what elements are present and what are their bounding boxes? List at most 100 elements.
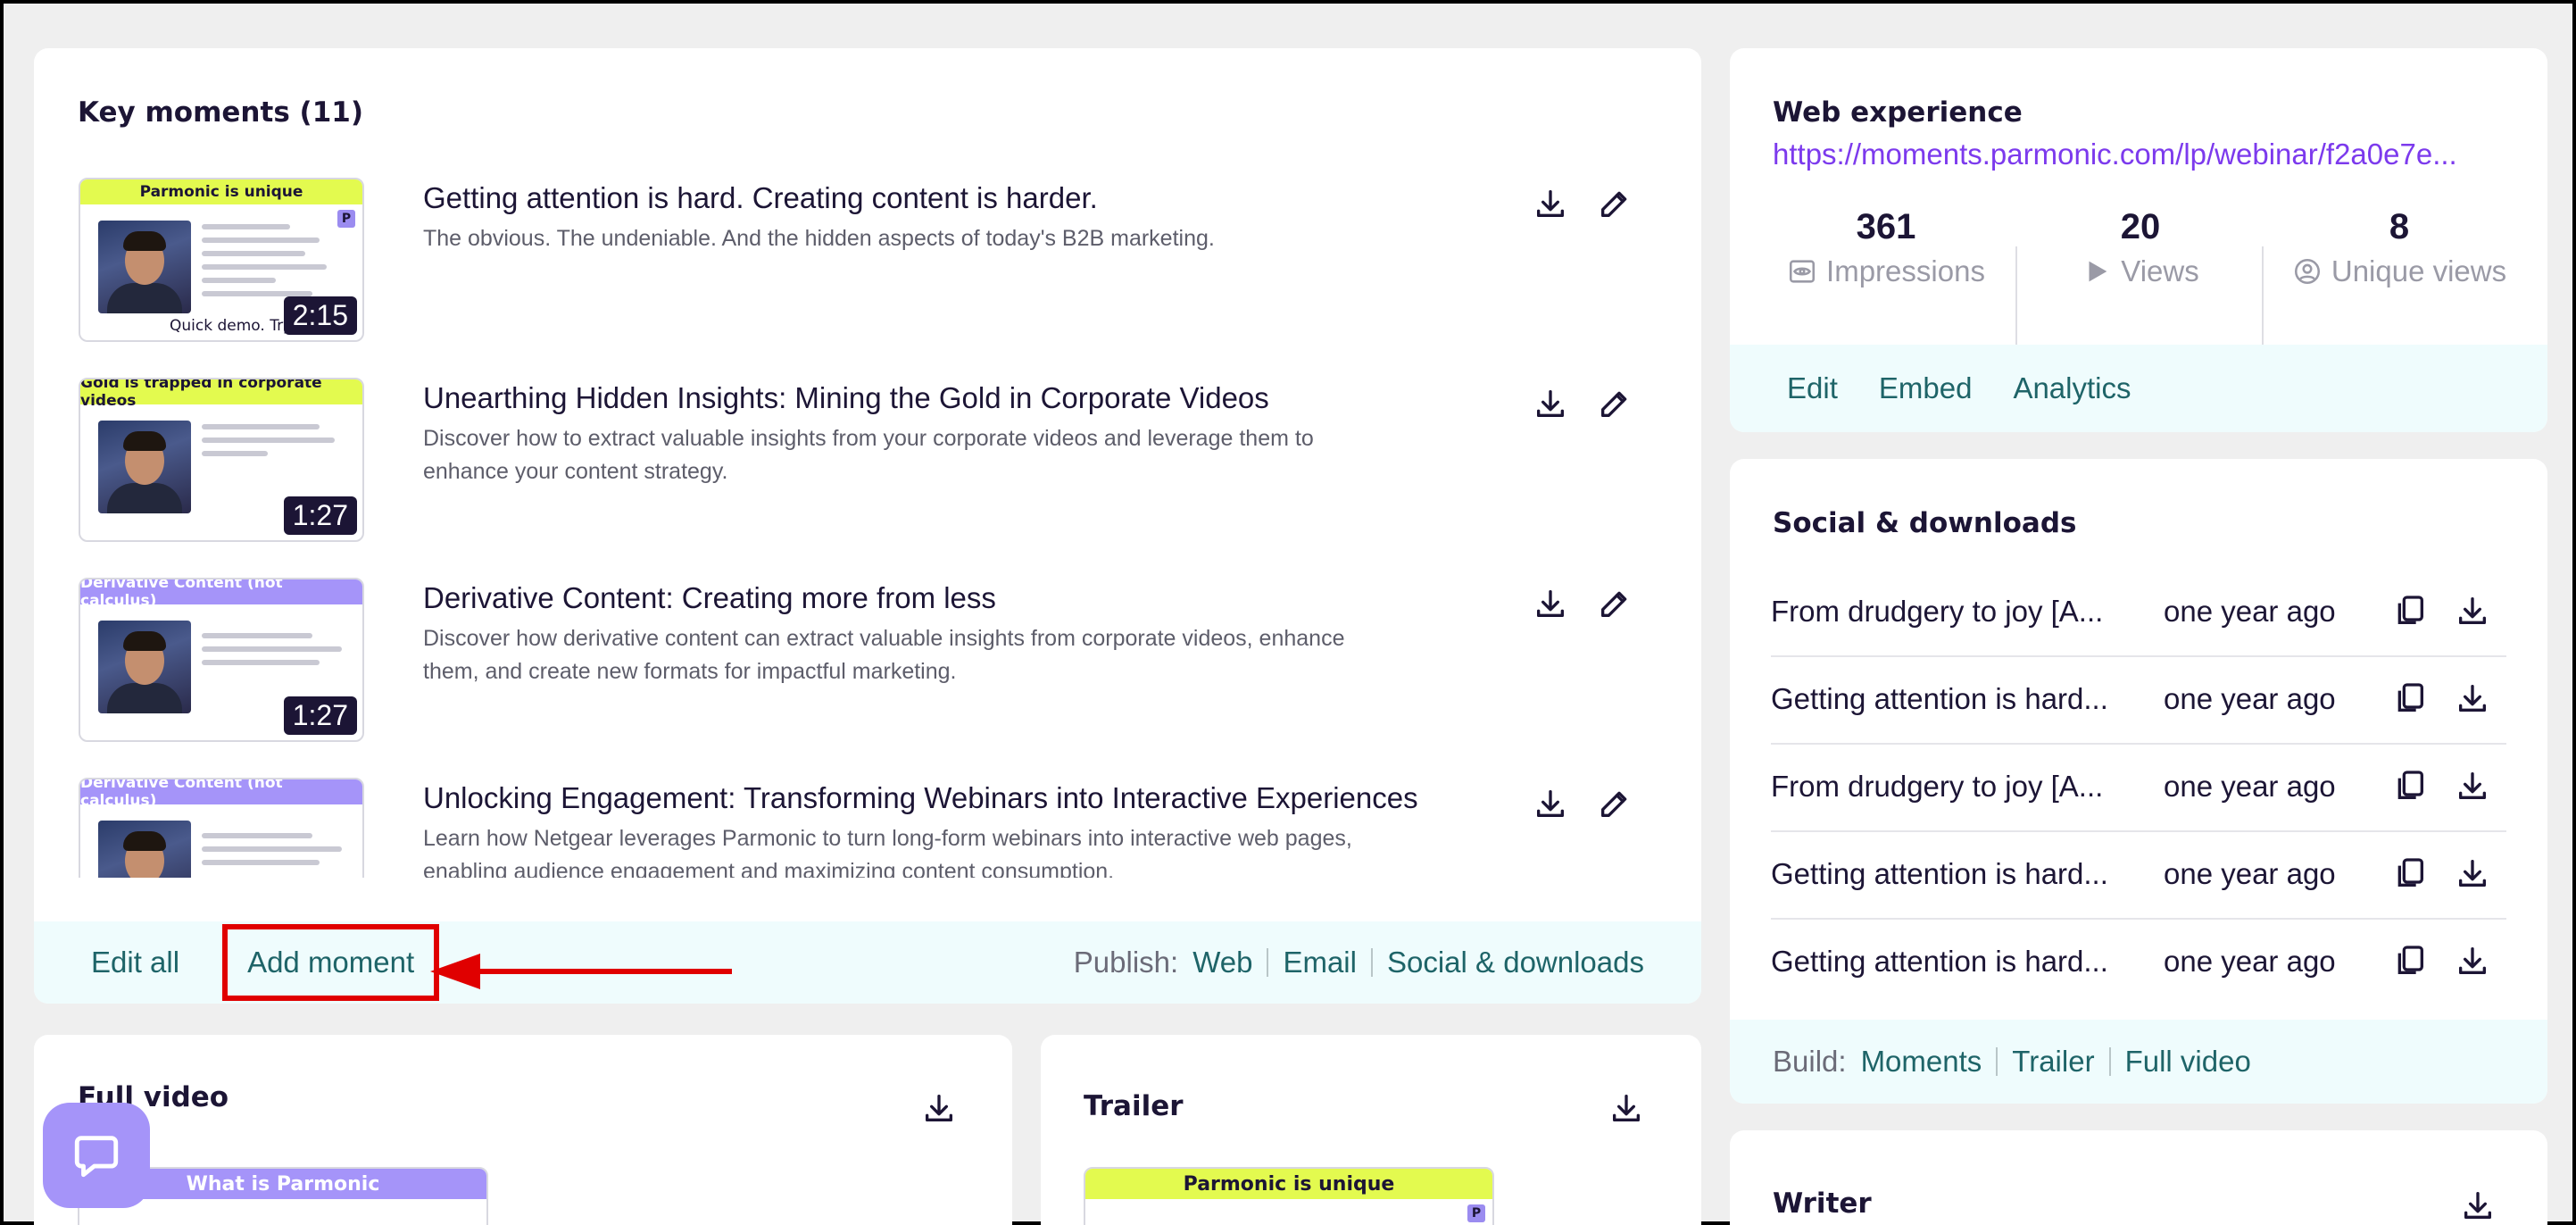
social-downloads-card: Social & downloads From drudgery to joy …	[1730, 459, 2547, 1104]
trailer-title: Trailer	[1084, 1090, 1184, 1122]
edit-all-link[interactable]: Edit all	[91, 946, 179, 979]
social-item-date: one year ago	[2164, 595, 2336, 628]
moment-title[interactable]: Unlocking Engagement: Transforming Webin…	[423, 781, 1418, 815]
social-item-date: one year ago	[2164, 945, 2336, 978]
divider	[1370, 948, 1373, 977]
divider	[2108, 1047, 2111, 1076]
edit-pencil-icon[interactable]	[1593, 382, 1636, 425]
build-full-video-link[interactable]: Full video	[2125, 1045, 2251, 1079]
thumbnail-banner: Parmonic is unique	[80, 179, 362, 204]
moment-title[interactable]: Derivative Content: Creating more from l…	[423, 581, 996, 615]
impressions-value: 361	[1856, 207, 1916, 246]
eye-icon	[1790, 260, 1816, 283]
build-label: Build:	[1773, 1045, 1847, 1078]
speaker-image	[98, 221, 191, 313]
publish-web-link[interactable]: Web	[1192, 946, 1252, 979]
moment-item-2[interactable]: Gold is trapped in corporate videos 1:27…	[79, 378, 1676, 547]
stat-views: 20 Views	[2024, 207, 2256, 305]
edit-pencil-icon[interactable]	[1593, 782, 1636, 825]
copy-icon[interactable]	[2389, 939, 2431, 982]
edit-pencil-icon[interactable]	[1593, 182, 1636, 225]
speaker-image	[98, 621, 191, 713]
download-icon[interactable]	[2451, 764, 2494, 807]
download-icon[interactable]	[2451, 852, 2494, 895]
speaker-image	[98, 821, 191, 878]
moment-thumbnail[interactable]: Gold is trapped in corporate videos 1:27	[79, 378, 364, 542]
social-item-name[interactable]: Getting attention is hard...	[1771, 857, 2108, 891]
views-label: Views	[2121, 254, 2199, 288]
moment-thumbnail[interactable]: Parmonic is unique P Quick demo. Try it …	[79, 178, 364, 342]
copy-icon[interactable]	[2389, 852, 2431, 895]
social-list: From drudgery to joy [A... one year ago …	[1730, 570, 2547, 982]
social-item-date: one year ago	[2164, 770, 2336, 803]
slide-text	[202, 424, 349, 464]
user-circle-icon	[2294, 258, 2320, 285]
download-icon[interactable]	[1529, 782, 1572, 825]
build-trailer-link[interactable]: Trailer	[2012, 1045, 2094, 1079]
moment-description: Discover how to extract valuable insight…	[423, 426, 1314, 484]
thumbnail-banner: Parmonic is unique	[1085, 1169, 1492, 1199]
key-moments-title: Key moments (11)	[78, 96, 364, 129]
moment-title[interactable]: Unearthing Hidden Insights: Mining the G…	[423, 381, 1269, 415]
moment-item-3[interactable]: Derivative Content (not calculus) 1:27 D…	[79, 578, 1676, 747]
slide-text	[202, 833, 349, 873]
moment-description: Learn how Netgear leverages Parmonic to …	[423, 826, 1352, 878]
download-icon[interactable]	[2451, 939, 2494, 982]
trailer-thumbnail[interactable]: Parmonic is unique P	[1084, 1167, 1494, 1225]
moment-thumbnail[interactable]: Derivative Content (not calculus) 1:27	[79, 578, 364, 742]
divider	[2262, 246, 2264, 346]
edit-pencil-icon[interactable]	[1593, 582, 1636, 625]
social-item-name[interactable]: Getting attention is hard...	[1771, 682, 2108, 716]
copy-icon[interactable]	[2389, 677, 2431, 720]
stat-impressions: 361 Impressions	[1766, 207, 2007, 305]
build-moments-link[interactable]: Moments	[1861, 1045, 1982, 1079]
copy-icon[interactable]	[2389, 589, 2431, 632]
moment-item-4[interactable]: Derivative Content (not calculus) Unlock…	[79, 778, 1676, 878]
publish-social-link[interactable]: Social & downloads	[1387, 946, 1644, 979]
web-experience-actions: Edit Embed Analytics	[1730, 345, 2547, 432]
duration-badge: 2:15	[283, 296, 357, 335]
social-downloads-title: Social & downloads	[1773, 507, 2077, 539]
social-item-name[interactable]: From drudgery to joy [A...	[1771, 595, 2103, 629]
divider	[1267, 948, 1269, 977]
publish-email-link[interactable]: Email	[1283, 946, 1357, 979]
download-icon[interactable]	[2451, 589, 2494, 632]
web-experience-title: Web experience	[1773, 96, 2023, 129]
download-icon[interactable]	[2451, 677, 2494, 720]
parmonic-logo-icon: P	[1467, 1204, 1485, 1222]
copy-icon[interactable]	[2389, 764, 2431, 807]
moment-item-1[interactable]: Parmonic is unique P Quick demo. Try it …	[79, 178, 1676, 347]
writer-title: Writer	[1773, 1188, 1872, 1220]
moment-thumbnail[interactable]: Derivative Content (not calculus)	[79, 778, 364, 878]
download-icon[interactable]	[1605, 1087, 1648, 1129]
stat-unique-views: 8 Unique views	[2265, 207, 2533, 305]
social-downloads-footer: Build: Moments Trailer Full video	[1730, 1020, 2547, 1104]
add-moment-link[interactable]: Add moment	[222, 924, 440, 1001]
writer-card: Writer	[1730, 1130, 2547, 1225]
download-icon[interactable]	[918, 1087, 960, 1129]
web-analytics-link[interactable]: Analytics	[2013, 371, 2131, 405]
slide-text	[202, 633, 349, 673]
web-embed-link[interactable]: Embed	[1879, 371, 1973, 405]
social-item-name[interactable]: Getting attention is hard...	[1771, 945, 2108, 979]
moment-title[interactable]: Getting attention is hard. Creating cont…	[423, 181, 1098, 215]
download-icon[interactable]	[1529, 182, 1572, 225]
unique-views-label: Unique views	[2331, 254, 2507, 288]
moment-description: Discover how derivative content can extr…	[423, 626, 1345, 684]
chat-bubble-icon	[74, 1136, 119, 1178]
download-icon[interactable]	[1529, 382, 1572, 425]
chat-support-button[interactable]	[43, 1103, 150, 1208]
web-experience-url[interactable]: https://moments.parmonic.com/lp/webinar/…	[1773, 138, 2457, 171]
publish-label: Publish:	[1073, 946, 1179, 979]
download-icon[interactable]	[1529, 582, 1572, 625]
key-moments-footer: Edit all Add moment Publish: Web Email S…	[34, 921, 1701, 1004]
social-item-name[interactable]: From drudgery to joy [A...	[1771, 770, 2103, 804]
divider	[1996, 1047, 1998, 1076]
key-moments-card: Key moments (11) Parmonic is unique P Qu…	[34, 48, 1701, 1004]
download-icon[interactable]	[2456, 1184, 2499, 1225]
thumbnail-banner: Derivative Content (not calculus)	[80, 579, 362, 610]
play-icon	[2089, 261, 2107, 282]
divider	[2015, 246, 2017, 346]
web-edit-link[interactable]: Edit	[1787, 371, 1838, 405]
social-item-date: one year ago	[2164, 857, 2336, 890]
